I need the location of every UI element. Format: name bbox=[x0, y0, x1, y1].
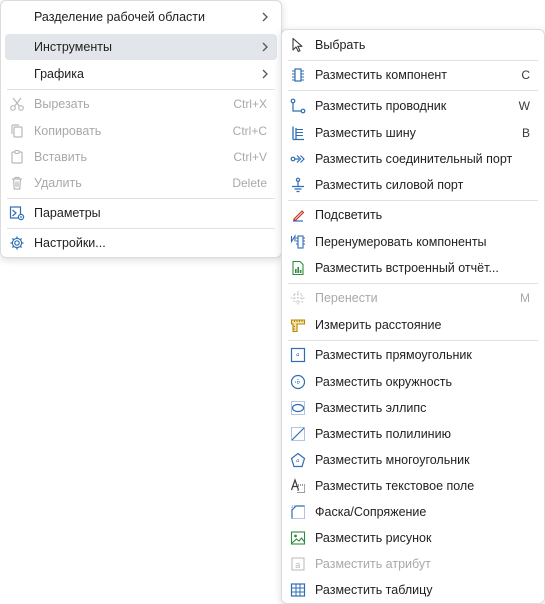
menu-item-place-rectangle[interactable]: Разместить прямоугольник bbox=[286, 342, 540, 368]
ruler-icon bbox=[290, 317, 306, 333]
menu-item-place-bus[interactable]: Разместить шину B bbox=[286, 120, 540, 146]
menu-item-place-attribute[interactable]: a Разместить атрибут bbox=[286, 551, 540, 577]
circle-icon bbox=[290, 374, 306, 390]
wire-icon bbox=[290, 98, 306, 114]
separator bbox=[288, 90, 538, 91]
menu-item-place-image[interactable]: Разместить рисунок bbox=[286, 525, 540, 551]
report-icon bbox=[290, 260, 306, 276]
blank-icon bbox=[9, 9, 25, 25]
menu-item-chamfer-fillet[interactable]: Фаска/Сопряжение bbox=[286, 499, 540, 525]
chamfer-icon bbox=[290, 504, 306, 520]
bus-icon bbox=[290, 125, 306, 141]
menu-item-settings[interactable]: Настройки... bbox=[5, 230, 277, 256]
component-icon bbox=[290, 67, 306, 83]
separator bbox=[288, 200, 538, 201]
chevron-right-icon bbox=[261, 12, 269, 22]
separator bbox=[7, 198, 275, 199]
menu-item-select[interactable]: Выбрать bbox=[286, 32, 540, 58]
text-field-icon bbox=[290, 478, 306, 494]
menu-item-place-connection-port[interactable]: Разместить соединительный порт bbox=[286, 146, 540, 172]
menu-item-paste[interactable]: Вставить Ctrl+V bbox=[5, 144, 277, 170]
menu-item-delete[interactable]: Удалить Delete bbox=[5, 170, 277, 196]
parameters-icon bbox=[9, 205, 25, 221]
svg-text:a: a bbox=[295, 561, 301, 571]
rectangle-icon bbox=[290, 347, 306, 363]
menu-item-cut[interactable]: Вырезать Ctrl+X bbox=[5, 91, 277, 117]
chevron-right-icon bbox=[261, 69, 269, 79]
clipboard-icon bbox=[9, 149, 25, 165]
cursor-icon bbox=[290, 37, 306, 53]
menu-item-parameters[interactable]: Параметры bbox=[5, 200, 277, 226]
menu-item-tools[interactable]: Инструменты bbox=[5, 34, 277, 60]
trash-icon bbox=[9, 175, 25, 191]
separator bbox=[7, 228, 275, 229]
menu-item-workspace-split[interactable]: Разделение рабочей области bbox=[5, 4, 277, 30]
polyline-icon bbox=[290, 426, 306, 442]
context-menu: Разделение рабочей области Инструменты Г… bbox=[0, 0, 282, 258]
menu-item-renumber-components[interactable]: Перенумеровать компоненты bbox=[286, 229, 540, 255]
menu-item-place-text-field[interactable]: Разместить текстовое поле bbox=[286, 473, 540, 499]
menu-item-measure-distance[interactable]: Измерить расстояние bbox=[286, 312, 540, 338]
blank-icon bbox=[9, 66, 25, 82]
menu-item-move[interactable]: Перенести M bbox=[286, 285, 540, 311]
separator bbox=[288, 340, 538, 341]
chevron-right-icon bbox=[261, 42, 269, 52]
menu-item-place-power-port[interactable]: Разместить силовой порт bbox=[286, 172, 540, 198]
scissors-icon bbox=[9, 96, 25, 112]
gear-icon bbox=[9, 235, 25, 251]
menu-item-place-table[interactable]: Разместить таблицу bbox=[286, 577, 540, 603]
renumber-icon bbox=[290, 234, 306, 250]
menu-item-place-polyline[interactable]: Разместить полилинию bbox=[286, 421, 540, 447]
menu-item-graphics[interactable]: Графика bbox=[5, 61, 277, 87]
power-port-icon bbox=[290, 177, 306, 193]
menu-item-place-circle[interactable]: Разместить окружность bbox=[286, 369, 540, 395]
menu-item-place-ellipse[interactable]: Разместить эллипс bbox=[286, 395, 540, 421]
ellipse-icon bbox=[290, 400, 306, 416]
separator bbox=[7, 89, 275, 90]
blank-icon bbox=[9, 39, 25, 55]
polygon-icon bbox=[290, 452, 306, 468]
menu-item-place-component[interactable]: Разместить компонент C bbox=[286, 62, 540, 88]
separator bbox=[288, 60, 538, 61]
menu-item-place-wire[interactable]: Разместить проводник W bbox=[286, 93, 540, 119]
menu-item-copy[interactable]: Копировать Ctrl+C bbox=[5, 118, 277, 144]
highlight-icon bbox=[290, 207, 306, 223]
connection-port-icon bbox=[290, 151, 306, 167]
tools-submenu: Выбрать Разместить компонент C Разместит… bbox=[281, 29, 545, 604]
attribute-icon: a bbox=[290, 556, 306, 572]
copy-icon bbox=[9, 123, 25, 139]
menu-item-highlight[interactable]: Подсветить bbox=[286, 202, 540, 228]
menu-item-place-polygon[interactable]: Разместить многоугольник bbox=[286, 447, 540, 473]
table-icon bbox=[290, 582, 306, 598]
image-icon bbox=[290, 530, 306, 546]
menu-item-place-embedded-report[interactable]: Разместить встроенный отчёт... bbox=[286, 255, 540, 281]
move-icon bbox=[290, 290, 306, 306]
separator bbox=[288, 283, 538, 284]
